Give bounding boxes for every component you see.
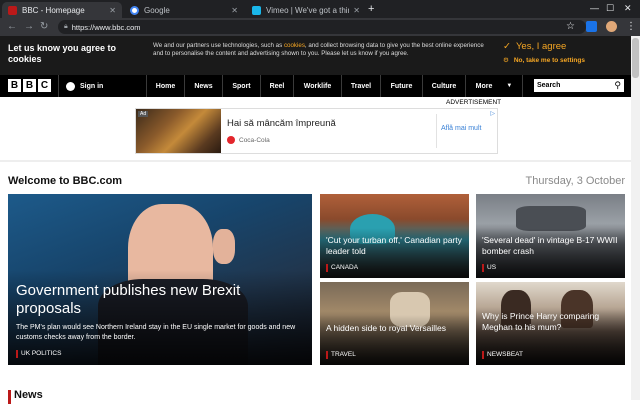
tab-google[interactable]: Google ✕: [124, 2, 244, 18]
section-title: Welcome to BBC.com: [8, 175, 123, 187]
scrollbar-track[interactable]: [631, 36, 640, 400]
vimeo-favicon-icon: [252, 5, 261, 15]
nav-item-reel[interactable]: Reel: [261, 75, 293, 97]
ad-choices-icon[interactable]: ▷: [490, 110, 495, 117]
logo-letter: B: [8, 79, 21, 92]
story-tag[interactable]: CANADA: [326, 264, 358, 272]
settings-label: No, take me to settings: [513, 56, 585, 64]
section-divider: [0, 160, 631, 162]
tab-bbc-homepage[interactable]: BBC - Homepage ✕: [2, 2, 122, 18]
settings-button[interactable]: ⚙ No, take me to settings: [503, 56, 585, 65]
nav-item-culture[interactable]: Culture: [423, 75, 465, 97]
nav-item-news[interactable]: News: [185, 75, 222, 97]
tab-vimeo[interactable]: Vimeo | We've got a thing for vid ✕: [246, 2, 366, 18]
cookie-text: We and our partners use technologies, su…: [153, 42, 493, 58]
new-tab-icon[interactable]: +: [368, 2, 374, 16]
browser-tab-bar: BBC - Homepage ✕ Google ✕ Vimeo | We've …: [0, 0, 640, 18]
logo-letter: C: [38, 79, 51, 92]
story-headline[interactable]: 'Several dead' in vintage B-17 WWII bomb…: [482, 235, 622, 257]
close-icon[interactable]: ✕: [353, 6, 360, 15]
ad-image[interactable]: Ad: [136, 109, 221, 153]
ad-brand-name: Coca-Cola: [239, 136, 270, 144]
story-image-hand: [213, 229, 235, 264]
nav-item-more[interactable]: More ▼: [466, 75, 522, 97]
cookie-text-part: We and our partners use technologies, su…: [153, 42, 284, 49]
coca-cola-logo-icon: [227, 136, 235, 144]
close-icon[interactable]: ✕: [231, 6, 238, 15]
nav-item-home[interactable]: Home: [147, 75, 184, 97]
check-icon: ✓: [503, 41, 511, 52]
signin-button[interactable]: Sign in: [66, 75, 103, 97]
reload-icon[interactable]: ↻: [40, 20, 48, 34]
ad-divider: [436, 114, 437, 148]
bbc-navigation: B B C Sign in Home News Sport Reel Workl…: [0, 75, 631, 97]
story-card[interactable]: A hidden side to royal Versailles TRAVEL: [320, 282, 469, 365]
story-headline[interactable]: 'Cut your turban off,' Canadian party le…: [326, 235, 466, 257]
logo-letter: B: [23, 79, 36, 92]
main-story-card[interactable]: Government publishes new Brexit proposal…: [8, 194, 312, 365]
story-headline[interactable]: Why is Prince Harry comparing Meghan to …: [482, 311, 622, 333]
agree-label: Yes, I agree: [515, 41, 567, 52]
nav-item-worklife[interactable]: Worklife: [294, 75, 341, 97]
google-favicon-icon: [130, 5, 139, 15]
story-tag[interactable]: UK POLITICS: [16, 350, 61, 358]
signin-label: Sign in: [80, 82, 104, 90]
forward-arrow-icon[interactable]: →: [24, 20, 34, 34]
ad-brand: Coca-Cola: [227, 136, 270, 144]
nav-item-future[interactable]: Future: [381, 75, 422, 97]
bbc-logo[interactable]: B B C: [8, 79, 51, 92]
agree-button[interactable]: ✓ Yes, I agree: [503, 41, 566, 52]
more-label: More: [475, 82, 493, 90]
address-bar[interactable]: 🔒︎ https://www.bbc.com: [58, 20, 586, 34]
url-text: https://www.bbc.com: [71, 22, 141, 32]
nav-item-travel[interactable]: Travel: [342, 75, 380, 97]
tab-title: BBC - Homepage: [22, 5, 85, 15]
maximize-icon[interactable]: ☐: [606, 2, 614, 14]
chevron-down-icon: ▼: [506, 83, 513, 89]
cookie-banner: Let us know you agree to cookies We and …: [0, 36, 631, 75]
advertisement-banner[interactable]: Ad Hai să mâncăm împreună Coca-Cola Află…: [135, 108, 498, 154]
nav-item-sport[interactable]: Sport: [223, 75, 260, 97]
tab-title: Google: [144, 5, 170, 15]
minimize-icon[interactable]: —: [590, 2, 599, 14]
story-tag[interactable]: TRAVEL: [326, 351, 356, 359]
tab-title: Vimeo | We've got a thing for vid: [266, 5, 349, 15]
close-icon[interactable]: ✕: [109, 6, 116, 15]
date-label: Thursday, 3 October: [525, 175, 625, 187]
main-summary: The PM's plan would see Northern Ireland…: [16, 324, 296, 341]
story-card[interactable]: 'Several dead' in vintage B-17 WWII bomb…: [476, 194, 625, 278]
nav-divider: [58, 75, 59, 97]
bbc-favicon-icon: [8, 5, 17, 15]
story-tag[interactable]: US: [482, 264, 496, 272]
gear-icon: ⚙: [503, 57, 509, 64]
extension-icon[interactable]: [586, 21, 597, 32]
story-card[interactable]: Why is Prince Harry comparing Meghan to …: [476, 282, 625, 365]
nav-divider: [522, 75, 523, 97]
search-icon[interactable]: ⚲: [614, 80, 621, 91]
search-input[interactable]: Search ⚲: [534, 79, 624, 92]
browser-toolbar: ← → ↻ 🔒︎ https://www.bbc.com ☆ ⋮: [0, 18, 640, 36]
ad-badge: Ad: [138, 111, 149, 117]
star-icon[interactable]: ☆: [566, 20, 575, 34]
search-value: Search: [537, 82, 561, 89]
cookie-title: Let us know you agree to cookies: [8, 43, 117, 64]
story-tag[interactable]: NEWSBEAT: [482, 351, 523, 359]
ad-headline[interactable]: Hai să mâncăm împreună: [227, 118, 336, 129]
scrollbar-thumb[interactable]: [632, 38, 639, 78]
ad-cta-link[interactable]: Află mai mult: [441, 125, 481, 132]
story-card[interactable]: 'Cut your turban off,' Canadian party le…: [320, 194, 469, 278]
profile-icon[interactable]: [606, 21, 617, 32]
lock-icon: 🔒︎: [64, 23, 68, 30]
advertisement-label: ADVERTISEMENT: [446, 99, 502, 106]
user-icon: [66, 81, 75, 91]
menu-icon[interactable]: ⋮: [626, 20, 636, 34]
news-heading[interactable]: News: [14, 389, 43, 401]
main-headline[interactable]: Government publishes new Brexit proposal…: [16, 282, 306, 318]
cookies-link[interactable]: cookies: [284, 42, 305, 49]
story-headline[interactable]: A hidden side to royal Versailles: [326, 323, 466, 334]
window-close-icon[interactable]: ✕: [624, 2, 632, 14]
news-accent-bar: [8, 390, 11, 404]
back-arrow-icon[interactable]: ←: [7, 20, 17, 34]
